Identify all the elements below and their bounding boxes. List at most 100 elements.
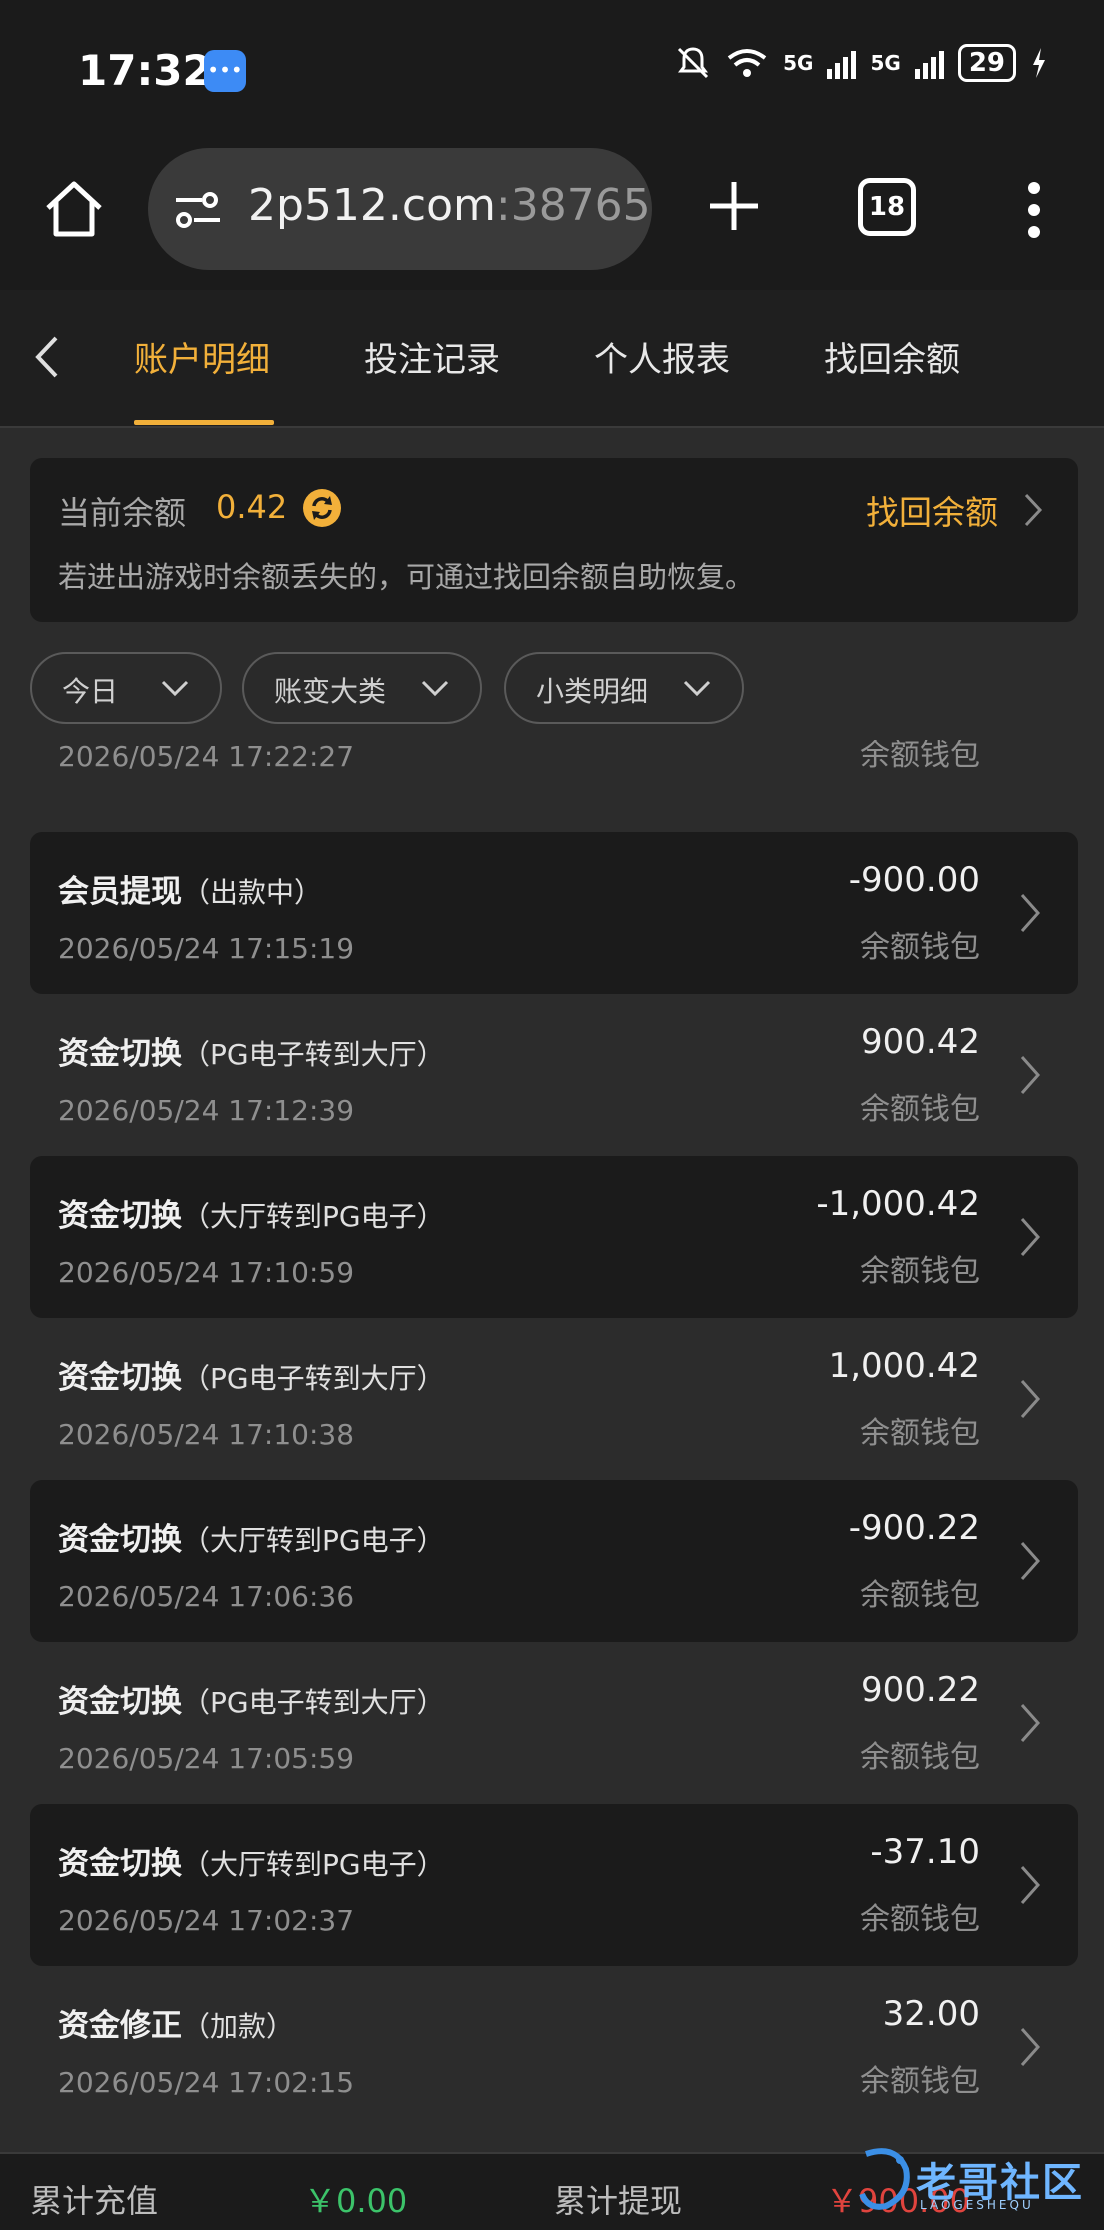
tab-personal-report[interactable]: 个人报表 [594, 332, 730, 381]
transaction-row[interactable]: 余额钱包 2026/05/24 17:22:27 [30, 740, 1078, 802]
tx-title: 资金修正（加款） [58, 2008, 295, 2044]
tx-title: 资金切换（大厅转到PG电子） [58, 1846, 445, 1882]
more-menu-icon[interactable] [1024, 180, 1044, 240]
refresh-icon[interactable] [302, 488, 342, 528]
filter-subcategory-label: 小类明细 [536, 675, 649, 708]
balance-label: 当前余额 [58, 494, 187, 532]
transaction-list: 余额钱包 2026/05/24 17:22:27 会员提现（出款中） -900.… [0, 740, 1104, 2152]
chevron-right-icon [1020, 1866, 1041, 1904]
tx-wallet: 余额钱包 [860, 1902, 980, 1937]
filter-date[interactable]: 今日 [30, 652, 222, 724]
transaction-row[interactable]: 资金切换（大厅转到PG电子） -37.10 余额钱包 2026/05/24 17… [30, 1804, 1078, 1966]
browser-toolbar: 2p512.com:38765 18 [0, 140, 1104, 290]
transaction-row[interactable]: 资金修正（加款） 32.00 余额钱包 2026/05/24 17:02:15 [30, 1966, 1078, 2128]
new-tab-icon[interactable] [704, 176, 764, 236]
transaction-row[interactable]: 资金切换（大厅转到PG电子） -900.22 余额钱包 2026/05/24 1… [30, 1480, 1078, 1642]
charging-icon [1033, 48, 1045, 78]
withdraw-total-label: 累计提现 [554, 2182, 683, 2220]
tx-title: 资金切换（PG电子转到大厅） [58, 1684, 445, 1720]
active-tab-indicator [134, 420, 274, 425]
tx-amount: -900.22 [848, 1508, 980, 1548]
url-host: 2p512.com [248, 180, 496, 231]
mute-bell-icon [678, 47, 709, 79]
tx-time: 2026/05/24 17:15:19 [58, 932, 355, 965]
balance-card: 当前余额 0.42 找回余额 若进出游戏时余额丢失的，可通过找回余额自助恢复。 [30, 458, 1078, 622]
tx-time: 2026/05/24 17:02:15 [58, 2066, 355, 2099]
tx-amount: -1,000.42 [816, 1184, 980, 1224]
tx-wallet: 余额钱包 [860, 740, 980, 773]
deposit-total-label: 累计充值 [30, 2182, 159, 2220]
tx-wallet: 余额钱包 [860, 1740, 980, 1775]
filter-category[interactable]: 账变大类 [242, 652, 482, 724]
chevron-down-icon [421, 680, 449, 697]
tab-account-details[interactable]: 账户明细 [134, 332, 270, 381]
tx-amount: 900.42 [861, 1022, 980, 1062]
url-text[interactable]: 2p512.com:38765 [248, 180, 651, 231]
chevron-right-icon [1020, 1542, 1041, 1580]
tx-time: 2026/05/24 17:10:38 [58, 1418, 355, 1451]
signal-bars-icon [827, 47, 857, 79]
tab-switcher-icon[interactable]: 18 [858, 178, 916, 236]
site-settings-icon[interactable] [172, 188, 224, 232]
tx-wallet: 余额钱包 [860, 1092, 980, 1127]
transaction-row[interactable]: 资金切换（PG电子转到大厅） 900.22 余额钱包 2026/05/24 17… [30, 1642, 1078, 1804]
chevron-right-icon [1020, 1056, 1041, 1094]
tx-time: 2026/05/24 17:22:27 [58, 740, 355, 773]
community-watermark: 老哥社区 LAOGESHEQU [856, 2140, 1086, 2216]
tx-title: 会员提现（出款中） [58, 874, 323, 910]
tx-time: 2026/05/24 17:06:36 [58, 1580, 355, 1613]
status-icons: 5G 5G 29 [675, 44, 1048, 82]
address-bar[interactable]: 2p512.com:38765 [148, 148, 652, 270]
battery-level: 29 [957, 44, 1016, 82]
back-arrow-icon[interactable] [30, 334, 64, 380]
chevron-right-icon [1020, 1218, 1041, 1256]
chevron-right-icon [1020, 1704, 1041, 1742]
deposit-total-value: ￥0.00 [304, 2182, 408, 2220]
transaction-row[interactable]: 会员提现（出款中） -900.00 余额钱包 2026/05/24 17:15:… [30, 832, 1078, 994]
balance-hint: 若进出游戏时余额丢失的，可通过找回余额自助恢复。 [58, 560, 755, 594]
signal-5g-label: 5G [783, 51, 814, 75]
filter-date-label: 今日 [62, 675, 119, 708]
tx-title: 资金切换（大厅转到PG电子） [58, 1198, 445, 1234]
tx-amount: 900.22 [861, 1670, 980, 1710]
status-time: 17:32 [78, 46, 212, 95]
tx-wallet: 余额钱包 [860, 1254, 980, 1289]
tx-title: 资金切换（PG电子转到大厅） [58, 1360, 445, 1396]
tx-amount: 32.00 [882, 1994, 980, 2034]
watermark-subtext: LAOGESHEQU [920, 2198, 1034, 2212]
tx-wallet: 余额钱包 [860, 1578, 980, 1613]
recover-balance-link[interactable]: 找回余额 [866, 486, 998, 534]
tab-bet-records[interactable]: 投注记录 [364, 332, 500, 381]
signal-bars-icon-2 [914, 47, 944, 79]
signal-5g-label-2: 5G [870, 51, 901, 75]
tx-time: 2026/05/24 17:02:37 [58, 1904, 355, 1937]
chevron-right-icon[interactable] [1022, 492, 1044, 528]
home-icon[interactable] [40, 176, 108, 244]
tx-amount: -900.00 [848, 860, 980, 900]
tx-amount: -37.10 [870, 1832, 980, 1872]
wifi-icon [727, 49, 767, 77]
transaction-row[interactable]: 资金切换（PG电子转到大厅） 900.42 余额钱包 2026/05/24 17… [30, 994, 1078, 1156]
tx-wallet: 余额钱包 [860, 1416, 980, 1451]
tx-time: 2026/05/24 17:12:39 [58, 1094, 355, 1127]
tx-title: 资金切换（PG电子转到大厅） [58, 1036, 445, 1072]
transaction-row[interactable]: 资金切换（大厅转到PG电子） -1,000.42 余额钱包 2026/05/24… [30, 1156, 1078, 1318]
tx-time: 2026/05/24 17:05:59 [58, 1742, 355, 1775]
tx-title: 资金切换（大厅转到PG电子） [58, 1522, 445, 1558]
tx-time: 2026/05/24 17:10:59 [58, 1256, 355, 1289]
tab-recover-balance[interactable]: 找回余额 [824, 332, 960, 381]
message-app-icon: ••• [204, 50, 246, 92]
chevron-right-icon [1020, 894, 1041, 932]
tx-wallet: 余额钱包 [860, 2064, 980, 2099]
chevron-down-icon [683, 680, 711, 697]
status-bar: 17:32 ••• 5G 5G 29 [0, 0, 1104, 140]
chevron-down-icon [161, 680, 189, 697]
chevron-right-icon [1018, 740, 1042, 742]
transaction-row[interactable]: 资金切换（PG电子转到大厅） 1,000.42 余额钱包 2026/05/24 … [30, 1318, 1078, 1480]
filter-category-label: 账变大类 [274, 675, 387, 708]
tx-amount: 1,000.42 [828, 1346, 980, 1386]
balance-value: 0.42 [216, 488, 288, 526]
url-port: :38765 [495, 180, 651, 231]
chevron-right-icon [1020, 1380, 1041, 1418]
filter-subcategory[interactable]: 小类明细 [504, 652, 744, 724]
